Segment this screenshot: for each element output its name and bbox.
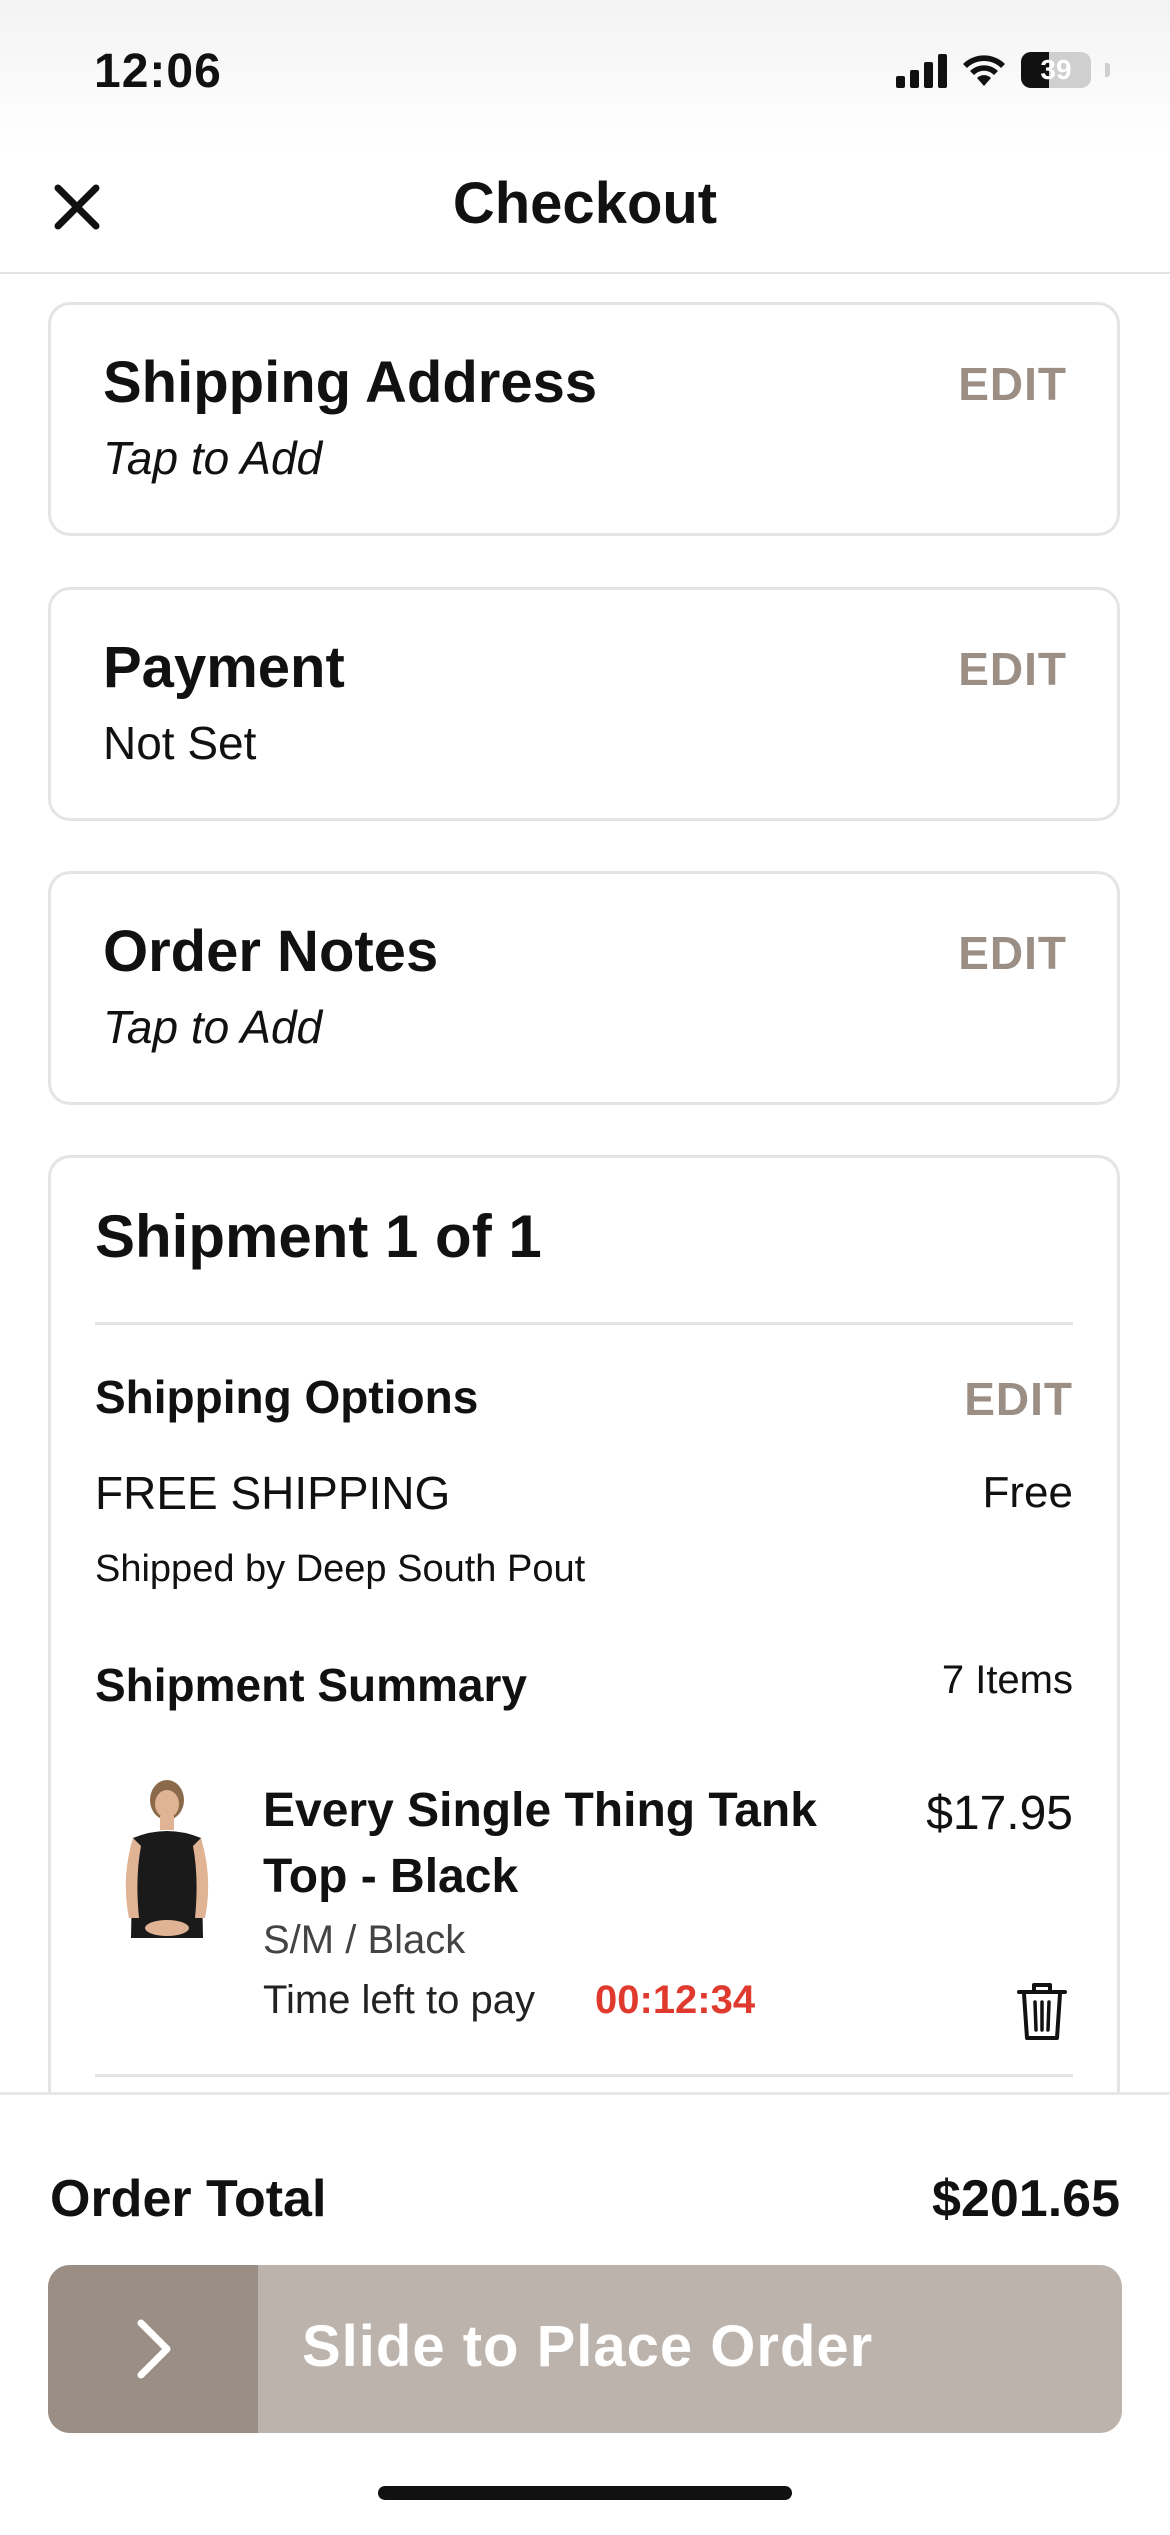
product-thumbnail[interactable] [103, 1778, 233, 1938]
order-total-label: Order Total [50, 2170, 327, 2228]
payment-title: Payment [103, 635, 345, 700]
chevron-right-icon [137, 2319, 171, 2379]
order-notes-value: Tap to Add [103, 1001, 323, 1053]
payment-edit-button[interactable]: EDIT [958, 642, 1067, 696]
slide-to-place-order-label: Slide to Place Order [302, 2314, 874, 2379]
product-name[interactable]: Every Single Thing Tank Top - Black [263, 1778, 823, 1910]
status-bar: 12:06 39 [0, 0, 1170, 150]
shipping-address-title: Shipping Address [103, 350, 598, 415]
shipping-options-label: Shipping Options [95, 1371, 479, 1423]
shipment-summary-label: Shipment Summary [95, 1659, 527, 1711]
shipment-title: Shipment 1 of 1 [95, 1203, 542, 1270]
nav-bar: Checkout [0, 150, 1170, 274]
divider [95, 1322, 1073, 1325]
time-left-label: Time left to pay [263, 1978, 535, 2022]
shipping-price: Free [982, 1468, 1073, 1517]
order-notes-edit-button[interactable]: EDIT [958, 926, 1067, 980]
shipped-by: Shipped by Deep South Pout [95, 1548, 586, 1590]
cellular-signal-icon [896, 52, 947, 88]
checkout-footer: Order Total $201.65 Slide to Place Order [0, 2092, 1170, 2535]
product-price: $17.95 [926, 1787, 1073, 1840]
trash-icon[interactable] [1015, 1980, 1069, 2042]
shipping-address-card[interactable]: Shipping Address Tap to Add EDIT [48, 302, 1120, 536]
shipment-card: Shipment 1 of 1 Shipping Options EDIT FR… [48, 1155, 1120, 2105]
wifi-icon [963, 55, 1005, 86]
shipping-options-edit-button[interactable]: EDIT [964, 1372, 1073, 1426]
order-notes-title: Order Notes [103, 919, 439, 984]
item-count: 7 Items [941, 1658, 1073, 1702]
order-notes-card[interactable]: Order Notes Tap to Add EDIT [48, 871, 1120, 1105]
shipping-address-value: Tap to Add [103, 432, 323, 484]
battery-nub [1105, 63, 1110, 77]
divider [95, 2074, 1073, 2077]
payment-value: Not Set [103, 717, 257, 769]
battery-icon: 39 [1021, 52, 1091, 88]
status-icons: 39 [896, 52, 1110, 88]
status-time: 12:06 [94, 45, 222, 98]
shipping-address-edit-button[interactable]: EDIT [958, 357, 1067, 411]
page-title: Checkout [452, 171, 718, 236]
home-indicator[interactable] [378, 2486, 792, 2500]
slider-handle[interactable] [48, 2265, 258, 2433]
payment-card[interactable]: Payment Not Set EDIT [48, 587, 1120, 821]
payment-countdown: 00:12:34 [595, 1978, 756, 2022]
shipping-method: FREE SHIPPING [95, 1467, 451, 1519]
slide-to-place-order[interactable]: Slide to Place Order [48, 2265, 1122, 2433]
product-variant: S/M / Black [263, 1918, 466, 1962]
order-total-value: $201.65 [932, 2170, 1120, 2228]
battery-level: 39 [1040, 54, 1072, 85]
